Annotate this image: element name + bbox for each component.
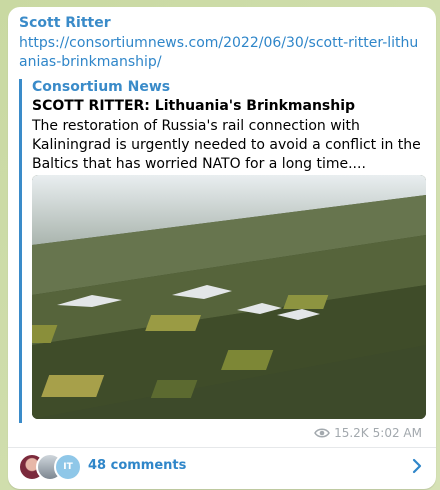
post-author[interactable]: Scott Ritter	[19, 15, 111, 31]
post-link[interactable]: https://consortiumnews.com/2022/06/30/sc…	[19, 34, 419, 72]
commenter-avatars: IT	[18, 453, 88, 481]
view-count: 15.2K	[334, 426, 369, 440]
eye-icon	[314, 428, 330, 438]
preview-site-name: Consortium News	[32, 79, 171, 95]
preview-title: SCOTT RITTER: Lithuania's Brinkmanship	[32, 98, 356, 114]
preview-description: The restoration of Russia's rail connect…	[32, 118, 421, 172]
post-meta: 15.2K 5:02 AM	[314, 426, 422, 440]
comments-bar[interactable]: IT 48 comments	[8, 448, 436, 486]
chevron-right-icon[interactable]	[410, 458, 424, 474]
preview-photo[interactable]	[32, 175, 426, 419]
comments-count[interactable]: 48 comments	[88, 458, 186, 473]
avatar: IT	[54, 453, 82, 481]
post-time: 5:02 AM	[372, 426, 422, 440]
link-preview[interactable]: Consortium News SCOTT RITTER: Lithuania'…	[19, 79, 426, 423]
